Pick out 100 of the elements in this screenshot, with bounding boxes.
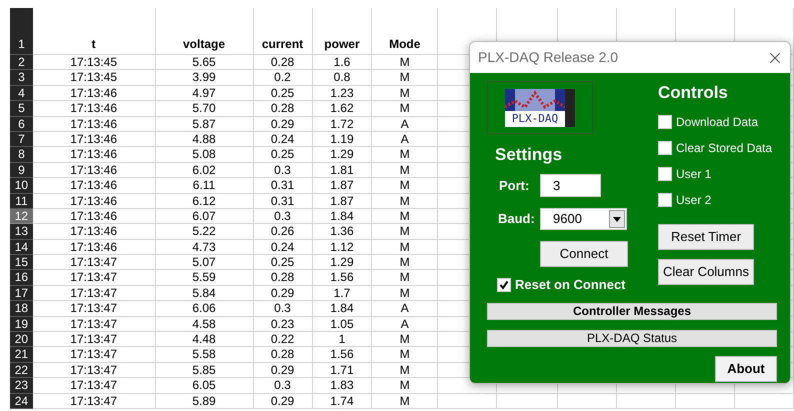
table-cell: M	[372, 270, 438, 286]
table-cell: 5.07	[156, 255, 254, 270]
row-number[interactable]: 12	[10, 208, 33, 224]
checkbox-label: User 2	[676, 192, 712, 209]
control-button[interactable]: Reset Timer	[658, 224, 754, 250]
row-number[interactable]: 14	[10, 240, 33, 256]
checkbox[interactable]	[658, 115, 672, 129]
row-number[interactable]: 3	[10, 70, 33, 86]
table-cell: 0.25	[254, 147, 312, 163]
checkbox-label: Clear Stored Data	[676, 140, 772, 157]
table-cell: 5.84	[156, 286, 254, 302]
table-cell: M	[372, 101, 438, 117]
table-cell: 1.71	[312, 362, 372, 378]
table-cell: 0.29	[254, 116, 312, 132]
row-number[interactable]: 22	[10, 362, 33, 378]
control-button[interactable]: Clear Columns	[658, 259, 754, 285]
table-cell: 4.97	[156, 86, 254, 102]
table-cell: 6.05	[156, 378, 254, 394]
table-cell: 1.56	[312, 347, 372, 363]
connect-button[interactable]: Connect	[540, 241, 628, 267]
empty-cell	[735, 394, 794, 409]
table-cell: 17:13:47	[32, 270, 156, 286]
table-cell: 1.36	[312, 224, 372, 240]
table-cell: 0.28	[254, 55, 312, 70]
table-cell: 17:13:46	[32, 147, 156, 163]
row-number[interactable]: 18	[10, 301, 33, 317]
logo-text: PLX-DAQ	[510, 110, 560, 126]
table-cell: 3.99	[156, 70, 254, 86]
window-title: PLX-DAQ Release 2.0	[478, 48, 618, 67]
table-cell: 5.89	[156, 394, 254, 409]
column-header-cell: voltage	[156, 8, 254, 55]
table-cell: 17:13:46	[32, 162, 156, 178]
table-cell: 6.11	[156, 178, 254, 194]
row-number[interactable]: 5	[10, 101, 33, 117]
table-cell: 17:13:47	[32, 316, 156, 332]
settings-heading: Settings	[495, 145, 564, 165]
table-cell: 1.23	[312, 86, 372, 102]
table-cell: M	[372, 394, 438, 409]
table-cell: 4.58	[156, 316, 254, 332]
table-cell: 17:13:47	[32, 301, 156, 317]
table-cell: 0.3	[254, 208, 312, 224]
table-cell: 0.8	[312, 70, 372, 86]
table-cell: 17:13:46	[32, 86, 156, 102]
checkbox[interactable]	[658, 193, 672, 207]
table-cell: M	[372, 86, 438, 102]
table-cell: 0.29	[254, 394, 312, 409]
table-cell: 1.84	[312, 301, 372, 317]
checkbox[interactable]	[658, 141, 672, 155]
table-cell: 0.31	[254, 178, 312, 194]
table-cell: 17:13:47	[32, 362, 156, 378]
row-number[interactable]: 17	[10, 286, 33, 302]
table-cell: M	[372, 55, 438, 70]
row-number[interactable]: 21	[10, 347, 33, 363]
table-cell: M	[372, 147, 438, 163]
table-cell: 1.72	[312, 116, 372, 132]
table-cell: 17:13:47	[32, 332, 156, 348]
table-cell: M	[372, 362, 438, 378]
empty-cell	[676, 394, 736, 409]
table-cell: 1.6	[312, 55, 372, 70]
status-bar: PLX-DAQ Status	[487, 330, 777, 346]
table-cell: 0.23	[254, 316, 312, 332]
row-number[interactable]: 11	[10, 194, 33, 209]
baud-dropdown[interactable]: 9600	[540, 208, 627, 230]
table-cell: 0.28	[254, 347, 312, 363]
checkbox[interactable]	[658, 167, 672, 181]
row-number[interactable]: 8	[10, 147, 33, 163]
row-number[interactable]: 23	[10, 378, 33, 394]
table-cell: M	[372, 208, 438, 224]
table-cell: 5.87	[156, 116, 254, 132]
baud-label: Baud:	[498, 210, 536, 228]
table-cell: A	[372, 116, 438, 132]
row-number[interactable]: 20	[10, 332, 33, 348]
table-cell: 1.87	[312, 194, 372, 209]
table-cell: 6.06	[156, 301, 254, 317]
table-cell: 0.2	[254, 70, 312, 86]
table-cell: 1.7	[312, 286, 372, 302]
row-number[interactable]: 6	[10, 116, 33, 132]
row-number[interactable]: 10	[10, 178, 33, 194]
port-field[interactable]: 3	[540, 174, 601, 197]
row-number[interactable]: 9	[10, 162, 33, 178]
row-number[interactable]: 13	[10, 224, 33, 240]
about-button[interactable]: About	[715, 356, 777, 382]
row-number[interactable]: 15	[10, 255, 33, 270]
table-cell: 1.05	[312, 316, 372, 332]
table-cell: 17:13:46	[32, 116, 156, 132]
row-number[interactable]: 2	[10, 55, 33, 70]
row-number[interactable]: 24	[10, 394, 33, 409]
table-cell: A	[372, 132, 438, 148]
table-cell: A	[372, 301, 438, 317]
table-cell: 0.22	[254, 332, 312, 348]
row-number[interactable]: 16	[10, 270, 33, 286]
table-cell: 0.3	[254, 162, 312, 178]
column-header-cell: t	[32, 8, 156, 55]
row-number[interactable]: 7	[10, 132, 33, 148]
row-number[interactable]: 4	[10, 86, 33, 102]
table-cell: M	[372, 286, 438, 302]
row-number[interactable]: 19	[10, 316, 33, 332]
table-cell: 17:13:46	[32, 208, 156, 224]
checkbox[interactable]	[497, 278, 511, 292]
reset-on-connect-label: Reset on Connect	[515, 276, 626, 294]
